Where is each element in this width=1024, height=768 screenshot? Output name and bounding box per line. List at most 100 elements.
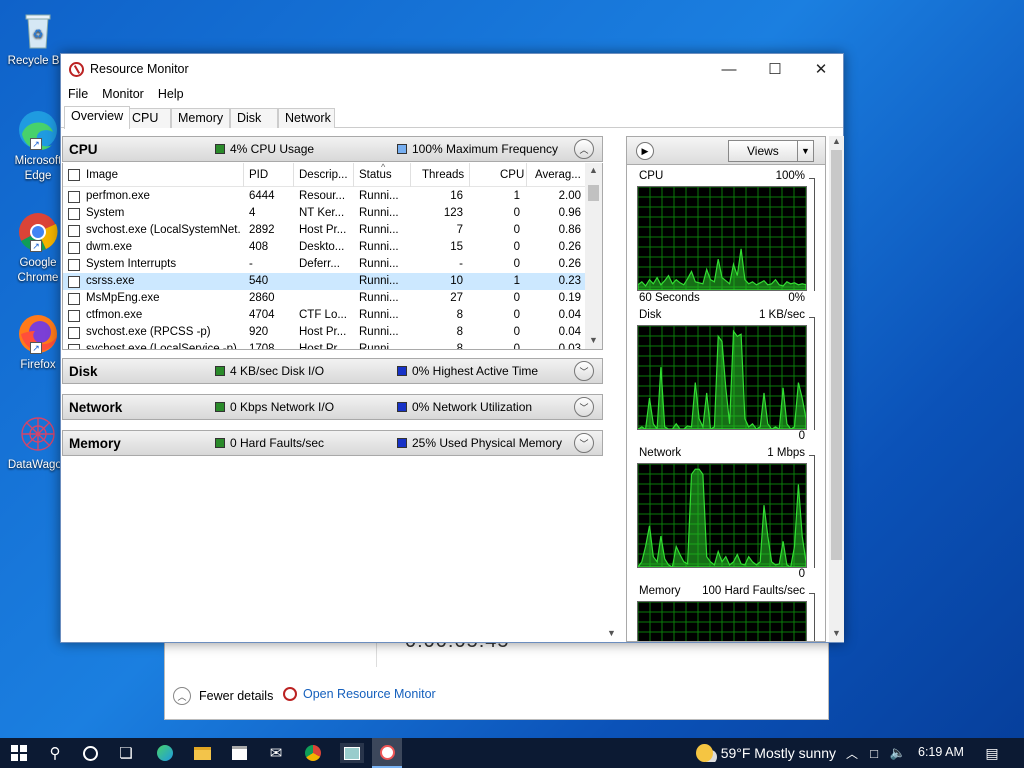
taskbar-resource-monitor-icon[interactable] [372, 738, 402, 768]
cell-threads: - [459, 258, 463, 270]
row-checkbox[interactable] [68, 259, 80, 271]
row-checkbox[interactable] [68, 293, 80, 305]
expand-chevron-icon[interactable]: ﹀ [574, 433, 594, 453]
cpu-section-header[interactable]: CPU 4% CPU Usage 100% Maximum Frequency … [62, 136, 603, 162]
scroll-down-icon[interactable]: ▼ [585, 335, 602, 345]
cell-avg: 0.19 [558, 292, 581, 304]
row-checkbox[interactable] [68, 310, 80, 322]
column-header-average[interactable]: Averag... [535, 163, 581, 187]
notifications-icon[interactable]: ▤ [982, 743, 1002, 763]
expand-chevron-icon[interactable]: ﹀ [574, 361, 594, 381]
weather-widget[interactable]: 59°F Mostly sunny [696, 744, 836, 762]
mail-icon[interactable]: ✉ [266, 743, 286, 763]
active-time-metric: 0% Highest Active Time [397, 364, 538, 378]
hard-faults-metric: 0 Hard Faults/sec [215, 436, 324, 450]
max-frequency-metric: 100% Maximum Frequency [397, 142, 558, 156]
start-button[interactable] [9, 743, 29, 763]
taskbar-task-manager-icon[interactable] [340, 743, 364, 763]
taskbar-chrome-icon[interactable] [303, 743, 323, 763]
network-icon[interactable]: □ [864, 743, 884, 763]
store-icon[interactable] [229, 743, 249, 763]
collapse-chevron-icon[interactable]: ︿ [574, 139, 594, 159]
tab-bar: Overview CPU Memory Disk Network [61, 106, 843, 129]
column-header-status[interactable]: Status [359, 163, 392, 187]
tab-cpu[interactable]: CPU [125, 108, 171, 128]
tab-network[interactable]: Network [278, 108, 335, 128]
views-dropdown[interactable]: Views ▼ [728, 140, 814, 162]
maximize-button[interactable]: ☐ [752, 54, 798, 84]
table-row[interactable]: System 4 NT Ker... Runni... 123 0 0.96 [63, 205, 587, 222]
row-checkbox[interactable] [68, 225, 80, 237]
network-graph-max: 1 Mbps [767, 447, 805, 459]
open-resource-monitor-link[interactable]: Open Resource Monitor [283, 687, 436, 701]
table-row[interactable]: System Interrupts - Deferr... Runni... - 0 0.2… [63, 256, 587, 273]
datawagon-icon [16, 412, 60, 456]
select-all-checkbox[interactable] [68, 169, 80, 181]
collapse-pane-arrow-icon[interactable]: ▶ [636, 142, 654, 160]
fewer-details-button[interactable]: ︿ Fewer details [173, 687, 273, 705]
column-header-image[interactable]: Image [86, 163, 118, 187]
taskbar: ⚲ ❏ ✉ 59°F Mostly sunny ︿ □ 🔈 6:19 AM ▤ [0, 738, 1024, 768]
desktop-icon-label: Firefox [20, 359, 56, 371]
views-label: Views [747, 144, 779, 158]
cortana-icon[interactable] [80, 743, 100, 763]
row-checkbox[interactable] [68, 208, 80, 220]
close-button[interactable]: ✕ [798, 54, 844, 84]
search-icon[interactable]: ⚲ [45, 743, 65, 763]
resource-monitor-icon [283, 687, 297, 701]
scroll-down-icon[interactable]: ▼ [829, 628, 844, 638]
graphs-scrollbar[interactable]: ▲ ▼ [829, 136, 844, 642]
task-view-icon[interactable]: ❏ [116, 743, 136, 763]
cell-image: ctfmon.exe [86, 309, 143, 321]
file-explorer-icon[interactable] [192, 743, 212, 763]
table-row[interactable]: perfmon.exe 6444 Resour... Runni... 16 1 2.00 [63, 188, 587, 205]
tab-overview[interactable]: Overview [64, 106, 131, 129]
menu-file[interactable]: File [61, 87, 95, 101]
section-title: Disk [69, 363, 98, 379]
menu-monitor[interactable]: Monitor [95, 87, 151, 101]
menu-help[interactable]: Help [151, 87, 191, 101]
column-header-pid[interactable]: PID [249, 163, 268, 187]
network-section-header[interactable]: Network 0 Kbps Network I/O 0% Network Ut… [62, 394, 603, 420]
fewer-details-label: Fewer details [199, 689, 274, 703]
section-title: Memory [69, 435, 121, 451]
column-header-description[interactable]: Descrip... [299, 163, 348, 187]
scrollbar-thumb[interactable] [588, 185, 599, 201]
scrollbar-thumb[interactable] [831, 150, 842, 560]
row-checkbox[interactable] [68, 242, 80, 254]
table-row[interactable]: svchost.exe (LocalService -p) 1708 Host Pr… [63, 341, 587, 349]
scroll-up-icon[interactable]: ▲ [829, 136, 844, 146]
clock[interactable]: 6:19 AM [918, 745, 964, 759]
row-checkbox[interactable] [68, 327, 80, 339]
cell-avg: 0.26 [558, 258, 581, 270]
row-checkbox[interactable] [68, 344, 80, 349]
column-header-cpu[interactable]: CPU [500, 163, 524, 187]
table-row[interactable]: svchost.exe (RPCSS -p) 920 Host Pr... Runni… [63, 324, 587, 341]
title-bar[interactable]: Resource Monitor — ☐ ✕ [61, 54, 843, 84]
minimize-button[interactable]: — [706, 54, 752, 84]
cell-avg: 0.04 [558, 326, 581, 338]
taskbar-edge-icon[interactable] [155, 743, 175, 763]
table-row[interactable]: csrss.exe 540 Runni... 10 1 0.23 [63, 273, 587, 290]
network-graph-title: Network [639, 447, 682, 459]
scroll-up-icon[interactable]: ▲ [585, 165, 602, 175]
table-row[interactable]: dwm.exe 408 Deskto... Runni... 15 0 0.26 [63, 239, 587, 256]
table-scrollbar[interactable]: ▲ ▼ [585, 163, 602, 349]
cell-pid: 540 [249, 275, 269, 287]
cpu-usage-metric: 4% CPU Usage [215, 142, 314, 156]
table-row[interactable]: svchost.exe (LocalSystemNet... 2892 Host P… [63, 222, 587, 239]
memory-section-header[interactable]: Memory 0 Hard Faults/sec 25% Used Physic… [62, 430, 603, 456]
table-row[interactable]: ctfmon.exe 4704 CTF Lo... Runni... 8 0 0.04 [63, 307, 587, 324]
row-checkbox[interactable] [68, 276, 80, 288]
chevron-up-icon[interactable]: ︿ [842, 743, 862, 763]
tab-memory[interactable]: Memory [171, 108, 230, 128]
expand-chevron-icon[interactable]: ﹀ [574, 397, 594, 417]
row-checkbox[interactable] [68, 191, 80, 203]
table-row[interactable]: MsMpEng.exe 2860 Runni... 27 0 0.19 [63, 290, 587, 307]
disk-section-header[interactable]: Disk 4 KB/sec Disk I/O 0% Highest Active… [62, 358, 603, 384]
tab-disk[interactable]: Disk [230, 108, 278, 128]
volume-icon[interactable]: 🔈 [888, 743, 908, 763]
column-header-threads[interactable]: Threads [422, 163, 464, 187]
graph-time-span: 60 Seconds [639, 292, 700, 304]
pane-scroll-down-icon[interactable]: ▼ [607, 628, 616, 638]
